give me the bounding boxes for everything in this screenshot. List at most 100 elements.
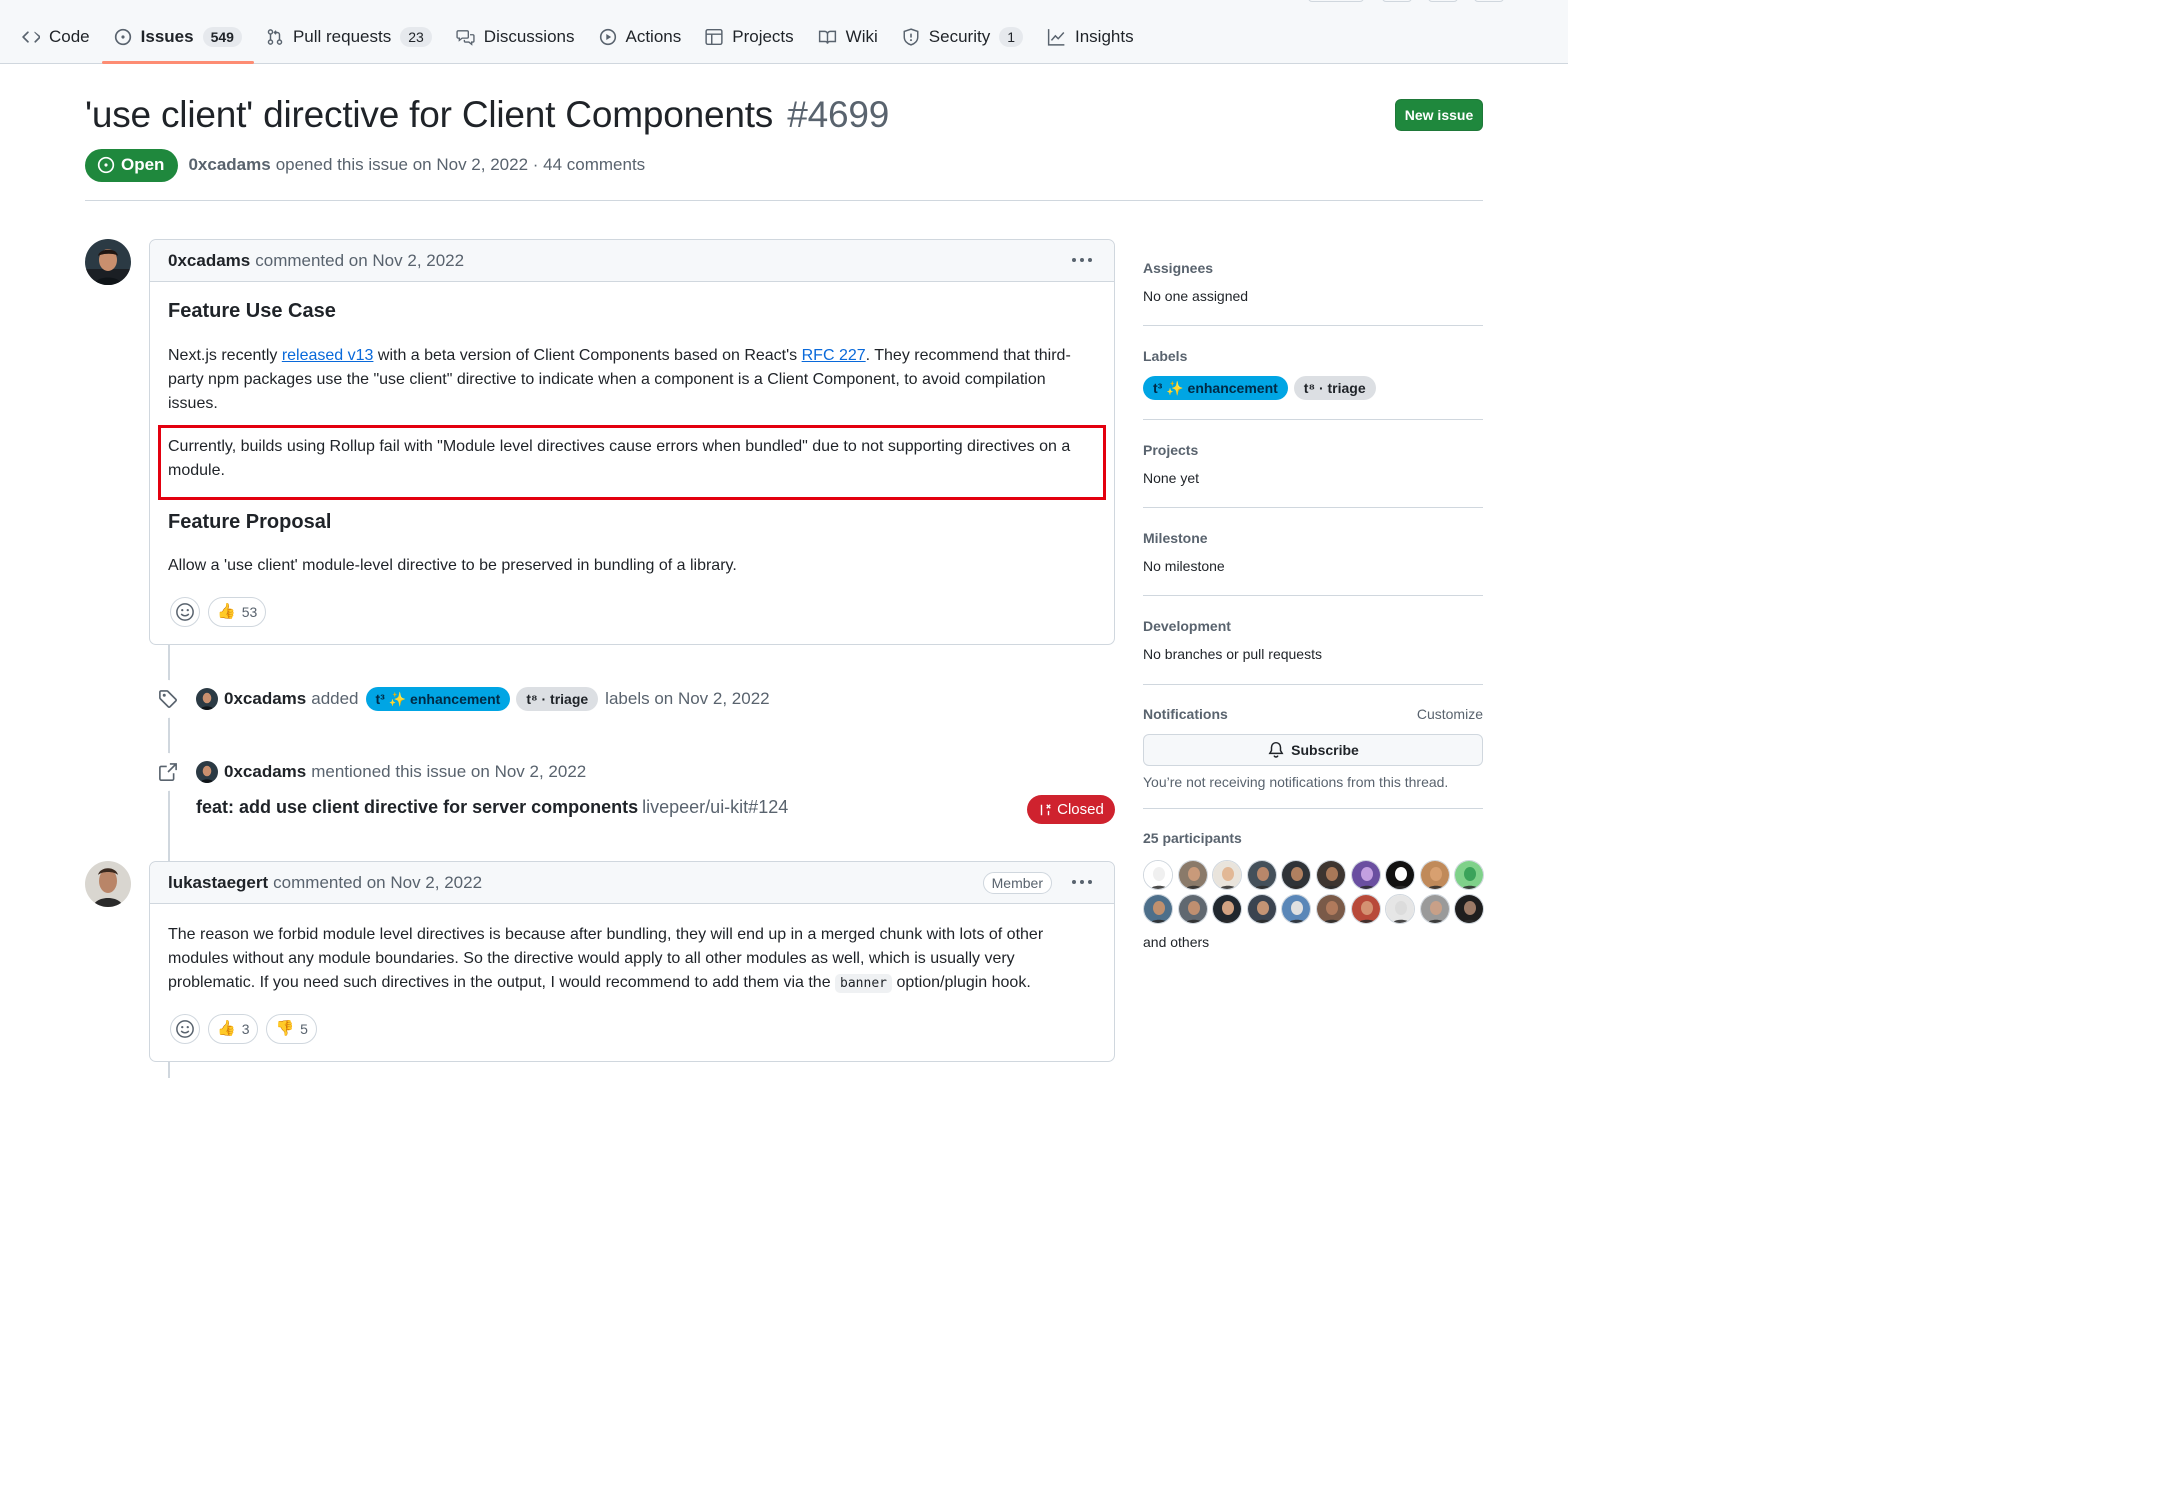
label-enhancement[interactable]: t³ ✨ enhancement xyxy=(365,687,511,711)
code-icon xyxy=(22,31,40,43)
participant-avatar[interactable] xyxy=(1315,860,1346,890)
header-button-stub[interactable] xyxy=(1474,0,1504,2)
sidebar-heading[interactable]: Labels xyxy=(1143,346,1483,366)
sidebar-heading[interactable]: Projects xyxy=(1143,440,1483,460)
tab-discussions[interactable]: Discussions xyxy=(444,18,587,56)
header-button-stub[interactable] xyxy=(1428,0,1458,2)
sidebar-heading[interactable]: Milestone xyxy=(1143,528,1483,548)
event-suffix: labels on Nov 2, 2022 xyxy=(605,689,770,708)
event-text: mentioned this issue on Nov 2, 2022 xyxy=(311,762,587,781)
event-author-link[interactable]: 0xcadams xyxy=(224,762,306,782)
inline-code: banner xyxy=(835,974,892,993)
participant-avatar[interactable] xyxy=(1177,860,1208,890)
issue-state-badge: Open xyxy=(85,148,179,182)
reference-title[interactable]: feat: add use client directive for serve… xyxy=(196,797,638,817)
sidebar-notifications: Notifications Customize Subscribe You’re… xyxy=(1143,704,1483,790)
reference-repo[interactable]: livepeer/ui-kit#124 xyxy=(642,797,788,817)
participant-avatar[interactable] xyxy=(1143,860,1173,890)
comment-header: lukastaegert commented on Nov 2, 2022 Me… xyxy=(150,862,1114,904)
tab-label: Actions xyxy=(625,27,682,46)
git-pull-request-closed-icon xyxy=(1040,803,1051,815)
issue-author-link[interactable]: 0xcadams xyxy=(188,155,270,175)
tag-icon xyxy=(149,680,187,718)
sidebar-milestone[interactable]: Milestone No milestone xyxy=(1143,528,1483,574)
book-icon xyxy=(818,30,836,44)
event-author-link[interactable]: 0xcadams xyxy=(224,689,306,709)
thumbs-up-icon: 👍 xyxy=(217,603,236,620)
participant-avatar[interactable] xyxy=(1246,860,1277,890)
label-enhancement[interactable]: t³ ✨ enhancement xyxy=(1143,376,1288,400)
cross-reference-link[interactable]: feat: add use client directive for serve… xyxy=(196,797,788,818)
participant-avatar[interactable] xyxy=(1177,894,1208,924)
participant-avatar[interactable] xyxy=(1454,860,1485,890)
participant-avatar[interactable] xyxy=(1419,860,1450,890)
avatar[interactable] xyxy=(196,688,218,710)
tab-pull-requests[interactable]: Pull requests 23 xyxy=(254,18,444,56)
tab-insights[interactable]: Insights xyxy=(1035,18,1146,56)
released-v13-link[interactable]: released v13 xyxy=(282,347,374,364)
sidebar-labels[interactable]: Labels t³ ✨ enhancement t⁸ · triage xyxy=(1143,346,1483,400)
comment-author-link[interactable]: 0xcadams xyxy=(168,251,250,271)
tab-actions[interactable]: Actions xyxy=(587,18,694,56)
comment-author-link[interactable]: lukastaegert xyxy=(168,873,268,893)
participant-avatar[interactable] xyxy=(1350,894,1381,924)
new-issue-button[interactable]: New issue xyxy=(1395,99,1483,131)
participant-avatar[interactable] xyxy=(1281,894,1312,924)
comment-header: 0xcadams commented on Nov 2, 2022 xyxy=(150,240,1114,282)
event-verb: added xyxy=(311,689,359,708)
graph-icon xyxy=(1047,29,1065,46)
participant-avatar[interactable] xyxy=(1143,894,1173,924)
add-reaction-button[interactable] xyxy=(170,597,200,627)
sidebar-value: No milestone xyxy=(1143,558,1225,574)
section-heading: Feature Proposal xyxy=(168,511,332,533)
comment-options-button[interactable] xyxy=(1070,250,1094,270)
member-badge: Member xyxy=(982,872,1052,894)
sidebar-projects[interactable]: Projects None yet xyxy=(1143,440,1483,486)
label-triage[interactable]: t⁸ · triage xyxy=(1293,376,1376,400)
customize-notifications-link[interactable]: Customize xyxy=(1417,706,1483,722)
avatar[interactable] xyxy=(196,761,218,783)
rfc-227-link[interactable]: RFC 227 xyxy=(802,347,866,364)
participant-avatar[interactable] xyxy=(1385,894,1416,924)
sidebar-development[interactable]: Development No branches or pull requests xyxy=(1143,616,1483,662)
header-button-stub[interactable] xyxy=(1382,0,1412,2)
participant-avatar[interactable] xyxy=(1419,894,1450,924)
participant-avatar[interactable] xyxy=(1212,894,1243,924)
participant-avatar[interactable] xyxy=(1212,860,1243,890)
subscribe-button[interactable]: Subscribe xyxy=(1143,734,1483,766)
issue-title-text: 'use client' directive for Client Compon… xyxy=(85,94,774,135)
sidebar-value: No one assigned xyxy=(1143,288,1249,304)
header-button-stub[interactable] xyxy=(1308,0,1364,2)
sidebar-assignees[interactable]: Assignees No one assigned xyxy=(1143,258,1483,304)
add-reaction-button[interactable] xyxy=(170,1014,200,1044)
comment-paragraph: Next.js recently released v13 with a bet… xyxy=(168,347,1071,412)
label-triage[interactable]: t⁸ · triage xyxy=(516,687,599,711)
header-divider xyxy=(85,200,1483,201)
sidebar-heading[interactable]: Assignees xyxy=(1143,258,1483,278)
tab-wiki[interactable]: Wiki xyxy=(806,18,890,56)
reactions-bar: 👍 3 👎 5 xyxy=(170,1014,317,1044)
thumbs-up-reaction[interactable]: 👍 53 xyxy=(208,597,267,627)
sidebar-divider xyxy=(1143,684,1483,685)
participant-avatar[interactable] xyxy=(1315,894,1346,924)
tab-code[interactable]: Code xyxy=(10,18,102,56)
thumbs-up-reaction[interactable]: 👍 3 xyxy=(208,1014,259,1044)
comment-date[interactable]: commented on Nov 2, 2022 xyxy=(273,873,482,893)
comment-options-button[interactable] xyxy=(1070,872,1094,892)
tab-projects[interactable]: Projects xyxy=(693,18,805,56)
tab-issues[interactable]: Issues 549 xyxy=(101,18,255,64)
avatar[interactable] xyxy=(85,861,131,907)
participant-avatar[interactable] xyxy=(1281,860,1312,890)
comment-date[interactable]: commented on Nov 2, 2022 xyxy=(255,251,464,271)
participant-avatar[interactable] xyxy=(1454,894,1485,924)
sidebar-heading[interactable]: Development xyxy=(1143,616,1483,636)
comment-paragraph: The reason we forbid module level direct… xyxy=(168,926,1044,993)
thumbs-down-reaction[interactable]: 👎 5 xyxy=(266,1014,317,1044)
participant-avatar[interactable] xyxy=(1385,860,1416,890)
participant-avatar[interactable] xyxy=(1246,894,1277,924)
tab-security[interactable]: Security 1 xyxy=(890,18,1035,56)
shield-icon xyxy=(903,28,919,46)
participant-avatar[interactable] xyxy=(1350,860,1381,890)
comment-paragraph: Allow a 'use client' module-level direct… xyxy=(168,557,737,574)
avatar[interactable] xyxy=(85,239,131,285)
